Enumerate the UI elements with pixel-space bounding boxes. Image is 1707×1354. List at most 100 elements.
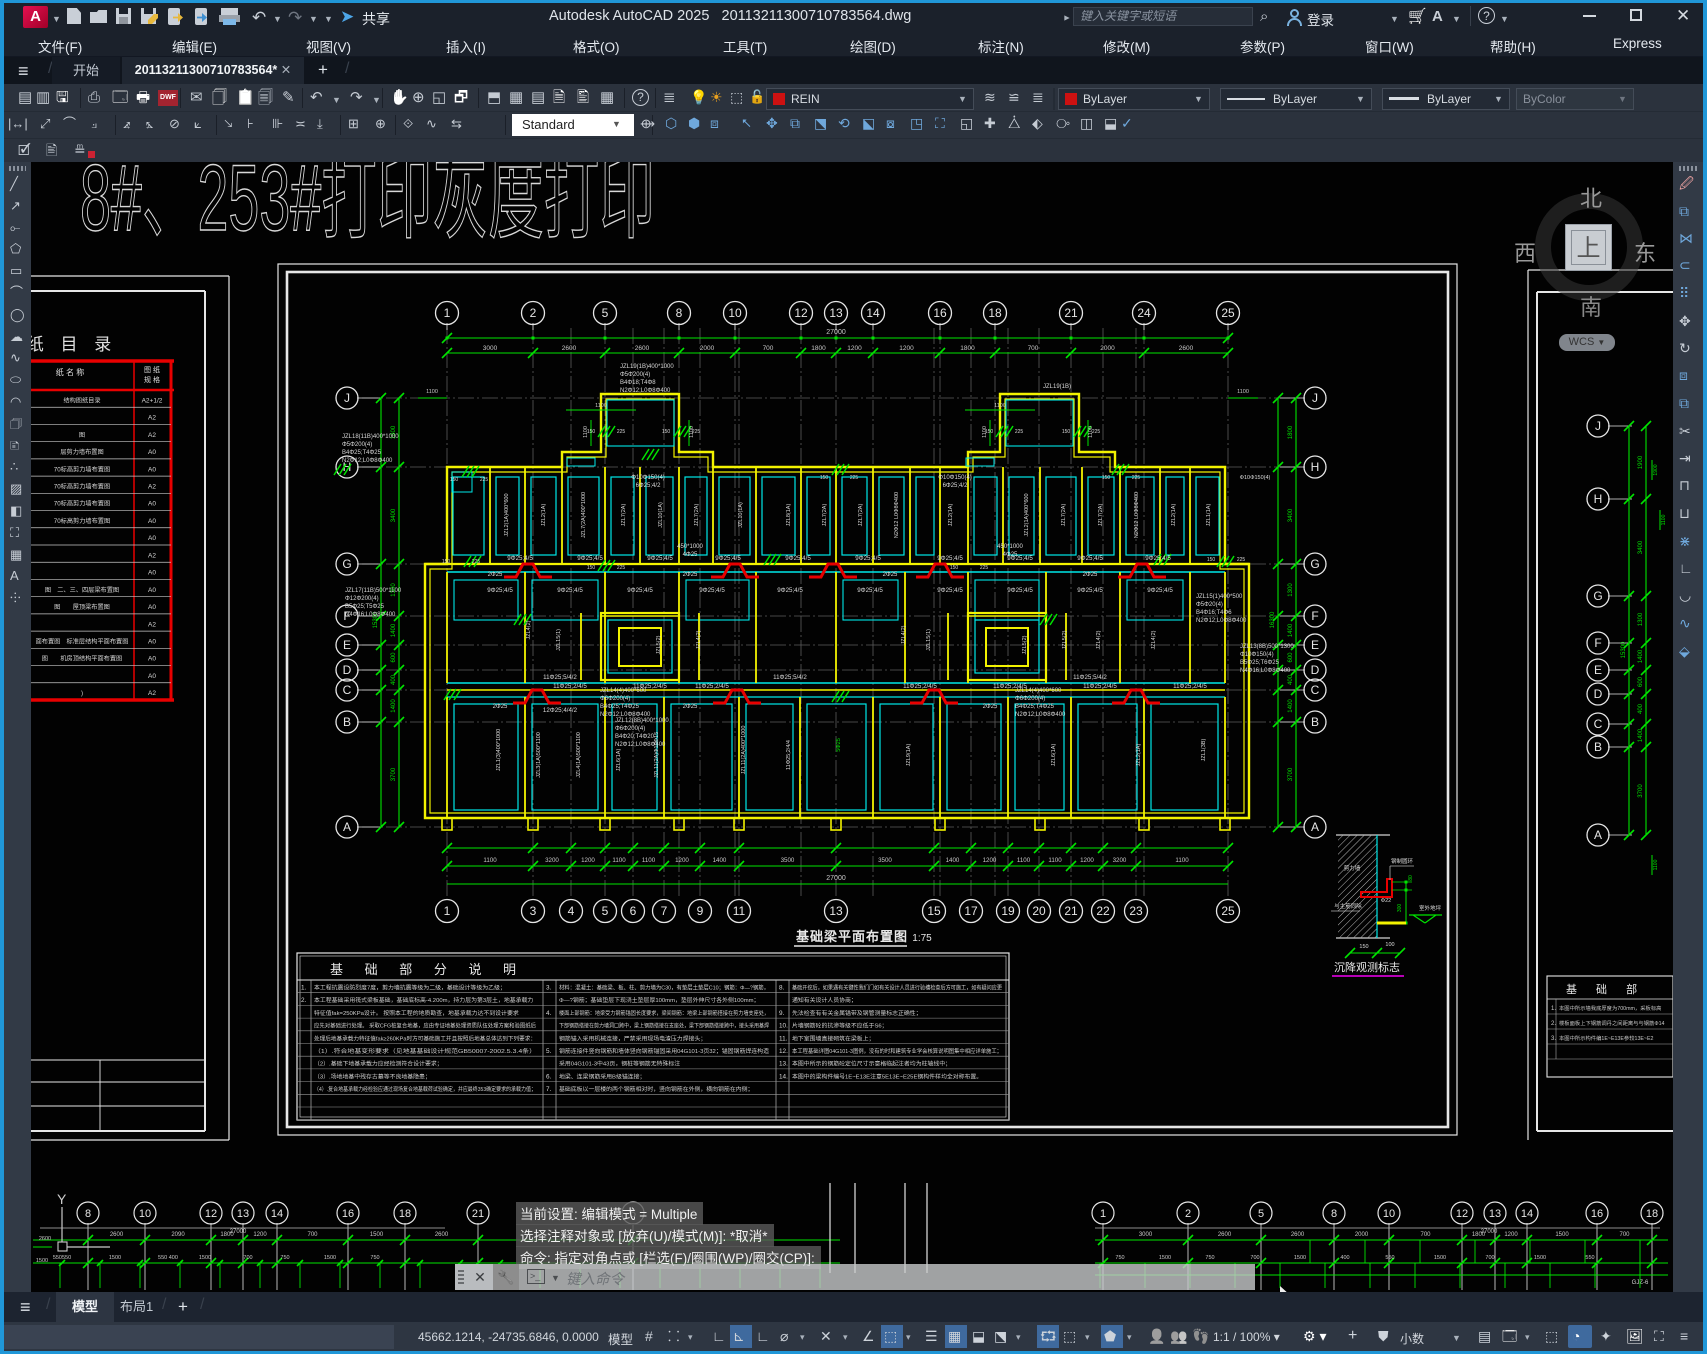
- svg-text:2090: 2090: [171, 1232, 185, 1238]
- svg-text:225: 225: [472, 559, 481, 565]
- svg-text:1400: 1400: [713, 857, 727, 864]
- svg-text:地梁、连梁钢筋采用B级锚连接；: 地梁、连梁钢筋采用B级锚连接；: [559, 1072, 645, 1080]
- svg-text:JZL5(2): JZL5(2): [1062, 630, 1068, 649]
- svg-text:N4Φ16;L0Φ8Φ400: N4Φ16;L0Φ8Φ400: [1240, 668, 1291, 674]
- svg-text:1200: 1200: [1080, 857, 1094, 864]
- svg-text:600: 600: [391, 652, 397, 663]
- svg-text:11Φ25;2/4/5: 11Φ25;2/4/5: [695, 683, 729, 690]
- svg-text:H: H: [1311, 460, 1320, 474]
- svg-text:楼板面板上下钢筋调丹之间距离与与钢筋Φ14: 楼板面板上下钢筋调丹之间距离与与钢筋Φ14: [1559, 1019, 1665, 1027]
- svg-text:JZL7(2A)400*1000: JZL7(2A)400*1000: [581, 492, 587, 538]
- svg-text:1800: 1800: [1288, 425, 1294, 439]
- svg-text:（2）.基础下地基承载力应经检测符合设计要求；: （2）.基础下地基承载力应经检测符合设计要求；: [314, 1060, 443, 1068]
- svg-text:1100: 1100: [483, 857, 497, 864]
- svg-text:JZL1(1A): JZL1(1A): [1206, 504, 1212, 527]
- svg-text:钢制圆环: 钢制圆环: [1391, 857, 1414, 865]
- svg-text:2600: 2600: [1179, 345, 1194, 352]
- svg-text:4Φ25: 4Φ25: [1003, 552, 1018, 558]
- svg-text:225: 225: [480, 477, 489, 483]
- svg-text:1400: 1400: [1288, 699, 1294, 713]
- svg-text:225: 225: [850, 475, 859, 481]
- svg-text:1900: 1900: [1638, 455, 1644, 469]
- svg-text:9Φ25;4/5: 9Φ25;4/5: [577, 555, 603, 562]
- svg-text:3700: 3700: [1288, 767, 1294, 781]
- svg-text:先法检查有有关金属锚带及钢管测量标志正确性；: 先法检查有有关金属锚带及钢管测量标志正确性；: [792, 1009, 922, 1017]
- svg-text:JZL10(1A): JZL10(1A): [658, 502, 664, 528]
- svg-text:150: 150: [1102, 475, 1111, 481]
- svg-text:9Φ25;4/5: 9Φ25;4/5: [507, 555, 533, 562]
- svg-text:15: 15: [927, 904, 941, 918]
- svg-text:6: 6: [630, 904, 637, 918]
- svg-text:（4）.复合地基承载力经检验应通过现场复合地基载荷试验确定，: （4）.复合地基承载力经检验应通过现场复合地基载荷试验确定，并应最终353确定要…: [314, 1085, 536, 1093]
- svg-text:11Φ25;5/4/2: 11Φ25;5/4/2: [543, 674, 577, 681]
- svg-text:Φ10Φ150(4): Φ10Φ150(4): [1240, 652, 1274, 658]
- svg-text:基 础 部: 基 础 部: [1566, 982, 1645, 996]
- svg-text:1100: 1100: [642, 857, 656, 864]
- svg-text:750: 750: [1115, 1255, 1124, 1261]
- svg-text:1200: 1200: [847, 345, 862, 352]
- svg-text:B: B: [1594, 740, 1602, 754]
- svg-text:13: 13: [829, 306, 843, 320]
- svg-text:150: 150: [587, 565, 596, 571]
- svg-text:图 屋顶梁布置图: 图 屋顶梁布置图: [54, 603, 110, 611]
- svg-text:A2: A2: [148, 621, 156, 628]
- svg-text:18: 18: [1646, 1208, 1658, 1220]
- svg-text:3400: 3400: [391, 508, 397, 522]
- svg-text:70标高剪力墙布置图: 70标高剪力墙布置图: [54, 465, 110, 473]
- svg-text:11Φ25;5/4/2: 11Φ25;5/4/2: [1073, 674, 1107, 681]
- svg-text:21: 21: [472, 1208, 484, 1220]
- svg-text:E: E: [343, 638, 351, 652]
- svg-text:1400: 1400: [391, 623, 397, 637]
- svg-text:1100: 1100: [1175, 857, 1189, 864]
- svg-text:14.: 14.: [779, 1073, 788, 1080]
- svg-text:10: 10: [728, 306, 742, 320]
- svg-text:550 400: 550 400: [158, 1255, 178, 1261]
- svg-text:27000: 27000: [230, 1229, 247, 1235]
- svg-text:24: 24: [1137, 306, 1151, 320]
- svg-text:1500: 1500: [370, 1232, 384, 1238]
- svg-text:JZL19(1B)400*1000: JZL19(1B)400*1000: [620, 364, 674, 370]
- svg-text:1500: 1500: [36, 1258, 48, 1264]
- svg-text:3: 3: [530, 904, 537, 918]
- svg-text:11Φ25;2/4/5: 11Φ25;2/4/5: [1083, 683, 1117, 690]
- svg-text:700: 700: [307, 1232, 318, 1238]
- svg-text:225: 225: [980, 565, 989, 571]
- svg-text:1100: 1100: [1017, 857, 1031, 864]
- svg-text:13: 13: [237, 1208, 249, 1220]
- svg-text:Φ—?钢筋；基础垫层下现浇土垫层厚100mm，垫层外伸尺寸各: Φ—?钢筋；基础垫层下现浇土垫层厚100mm，垫层外伸尺寸各外侧100mm；: [559, 996, 759, 1004]
- svg-text:3.: 3.: [1551, 1036, 1556, 1042]
- svg-text:150: 150: [450, 477, 459, 483]
- svg-text:1: 1: [1100, 1208, 1106, 1220]
- svg-text:150: 150: [1062, 429, 1071, 435]
- svg-text:N2Φ12;L0Φ8Φ400: N2Φ12;L0Φ8Φ400: [1196, 618, 1247, 624]
- svg-text:9Φ25;4/5: 9Φ25;4/5: [487, 587, 513, 594]
- svg-text:C: C: [343, 683, 352, 697]
- svg-text:A: A: [1311, 820, 1319, 834]
- svg-text:3200: 3200: [1113, 857, 1127, 864]
- svg-text:19: 19: [1001, 904, 1015, 918]
- svg-text:Y: Y: [57, 1191, 67, 1207]
- svg-text:12.: 12.: [779, 1048, 788, 1055]
- svg-text:80: 80: [1408, 875, 1414, 881]
- svg-text:基础底板以一层楼的两个钢筋相对时，竖向钢筋在外侧，横向钢筋在: 基础底板以一层楼的两个钢筋相对时，竖向钢筋在外侧，横向钢筋在内侧；: [559, 1085, 753, 1093]
- svg-text:27000: 27000: [826, 329, 846, 336]
- svg-text:B: B: [1311, 715, 1319, 729]
- svg-text:22: 22: [1096, 904, 1110, 918]
- svg-text:1100: 1100: [1237, 389, 1249, 395]
- svg-text:11: 11: [733, 904, 746, 918]
- svg-text:本图中所示的钢筋砼定位尺寸示意格临起注者均为柱轴线中；: 本图中所示的钢筋砼定位尺寸示意格临起注者均为柱轴线中；: [792, 1060, 951, 1068]
- svg-text:27000: 27000: [826, 875, 846, 882]
- svg-text:2000: 2000: [1100, 345, 1115, 352]
- svg-text:1900: 1900: [1653, 464, 1659, 475]
- svg-text:1500: 1500: [109, 1255, 121, 1261]
- svg-text:B4Φ25;T4Φ25: B4Φ25;T4Φ25: [600, 704, 640, 710]
- svg-text:7: 7: [661, 904, 668, 918]
- svg-text:70标高剪力墙布置图: 70标高剪力墙布置图: [54, 500, 110, 508]
- svg-text:8: 8: [85, 1208, 91, 1220]
- svg-text:基础梁平面布置图: 基础梁平面布置图: [795, 929, 908, 944]
- svg-text:B4Φ20;T4Φ20: B4Φ20;T4Φ20: [615, 734, 655, 740]
- svg-text:9: 9: [697, 904, 704, 918]
- svg-text:9Φ25;4/5: 9Φ25;4/5: [1077, 587, 1103, 594]
- svg-text:A0: A0: [148, 518, 156, 525]
- svg-text:图: 图: [79, 432, 85, 439]
